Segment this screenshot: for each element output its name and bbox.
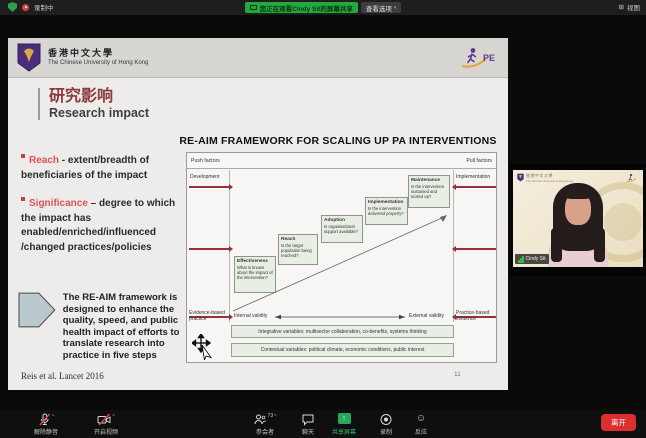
bullet-reach: Reach - extent/breadth of beneficiaries … [21, 154, 183, 183]
meeting-topbar: 录制中 您正在观看Cindy Sit的屏幕共享 查看选项 ▾ ⊞ 视图 [0, 0, 646, 15]
share-screen-button[interactable]: ↑ 共享屏幕 [332, 413, 356, 436]
cuhk-crest-icon [517, 173, 524, 182]
participant-name: Cindy Sit [526, 256, 546, 262]
participants-count: 73 [268, 413, 274, 419]
grid-view-icon: ⊞ [619, 3, 624, 11]
move-cursor-icon [192, 334, 214, 360]
share-screen-icon: ↑ [337, 413, 350, 424]
reaim-diagram: Push factors Pull factors Development Im… [186, 152, 497, 363]
practice-based-evidence-label: Practice-based evidence [456, 310, 496, 323]
view-button[interactable]: ⊞ 视图 [619, 2, 640, 12]
leave-meeting-button[interactable]: 离开 [601, 414, 636, 431]
view-options-button[interactable]: 查看选项 ▾ [361, 2, 402, 13]
diagram-title: RE-AIM FRAMEWORK FOR SCALING UP PA INTER… [178, 135, 498, 147]
university-name-zh: 香港中文大學 [48, 46, 148, 59]
share-banner-text: 您正在观看Cindy Sit的屏幕共享 [260, 3, 353, 13]
chevron-up-icon[interactable]: ^ [274, 414, 276, 420]
background-pe-logo [626, 173, 640, 183]
reactions-icon: ☺ [416, 413, 426, 425]
bullet-list: Reach - extent/breadth of beneficiaries … [21, 154, 183, 269]
unmute-button[interactable]: ^ 解除静音 [34, 413, 58, 436]
reactions-button[interactable]: ☺ 反应 [415, 413, 427, 436]
bullet-square-icon [21, 154, 25, 158]
cuhk-crest-logo [17, 43, 41, 72]
chevron-up-icon[interactable]: ^ [52, 414, 54, 420]
participants-button[interactable]: 73 ^ 参会者 [254, 413, 277, 436]
presenter-hair [563, 186, 593, 199]
participant-name-tag: Cindy Sit [515, 254, 549, 264]
screen-share-banner: 您正在观看Cindy Sit的屏幕共享 [245, 2, 358, 13]
citation: Reis et al. Lancet 2016 [21, 371, 104, 381]
reaim-callout: The RE-AIM framework is designed to enha… [18, 292, 186, 361]
evidence-based-practice-label: Evidence-based practice [189, 310, 227, 323]
external-validity-label: External validity [409, 313, 444, 319]
participant-video-tile[interactable]: 香港中文大學 The Chinese University of Hong Ko… [510, 164, 646, 276]
internal-validity-label: Internal validity [234, 313, 267, 319]
pe-department-logo: PE [460, 46, 496, 70]
chevron-up-icon[interactable]: ^ [112, 414, 114, 420]
bullet-significance: Significance – degree to which the impac… [21, 197, 183, 255]
integrative-variables-bar: Integrative variables: multisector colla… [231, 325, 454, 338]
camera-off-icon [97, 413, 111, 426]
contextual-variables-bar: Contextual variables: political climate,… [231, 343, 454, 357]
slide-title-block: 研究影响 Research impact [38, 88, 149, 120]
chat-button[interactable]: 聊天 [302, 413, 315, 436]
chevron-down-icon: ▾ [394, 5, 397, 11]
bullet-square-icon [21, 197, 25, 201]
callout-text: The RE-AIM framework is designed to enha… [63, 292, 186, 361]
zoom-meeting-window: 录制中 您正在观看Cindy Sit的屏幕共享 查看选项 ▾ ⊞ 视图 香港中文 [0, 0, 646, 438]
background-cuhk-logo: 香港中文大學 The Chinese University of Hong Ko… [517, 173, 573, 183]
slide-title-en: Research impact [49, 106, 149, 120]
meeting-toolbar: ^ 解除静音 ^ 开启视频 [0, 410, 646, 438]
chat-icon [302, 413, 315, 426]
block-arrow-icon [18, 292, 56, 328]
participants-icon [254, 413, 267, 426]
video-frame: 香港中文大學 The Chinese University of Hong Ko… [513, 170, 643, 267]
slide-header: 香港中文大學 The Chinese University of Hong Ko… [8, 38, 508, 78]
shared-slide: 香港中文大學 The Chinese University of Hong Ko… [8, 38, 508, 390]
slide-title-zh: 研究影响 [49, 88, 149, 106]
mic-muted-icon [38, 413, 51, 426]
monitor-icon [250, 5, 257, 10]
record-button[interactable]: 录制 [380, 413, 393, 436]
slide-page-number: 11 [454, 371, 461, 378]
mic-active-icon [518, 256, 524, 263]
start-video-button[interactable]: ^ 开启视频 [94, 413, 118, 436]
university-name-en: The Chinese University of Hong Kong [48, 60, 148, 66]
record-icon [380, 413, 393, 426]
svg-text:PE: PE [483, 53, 495, 63]
